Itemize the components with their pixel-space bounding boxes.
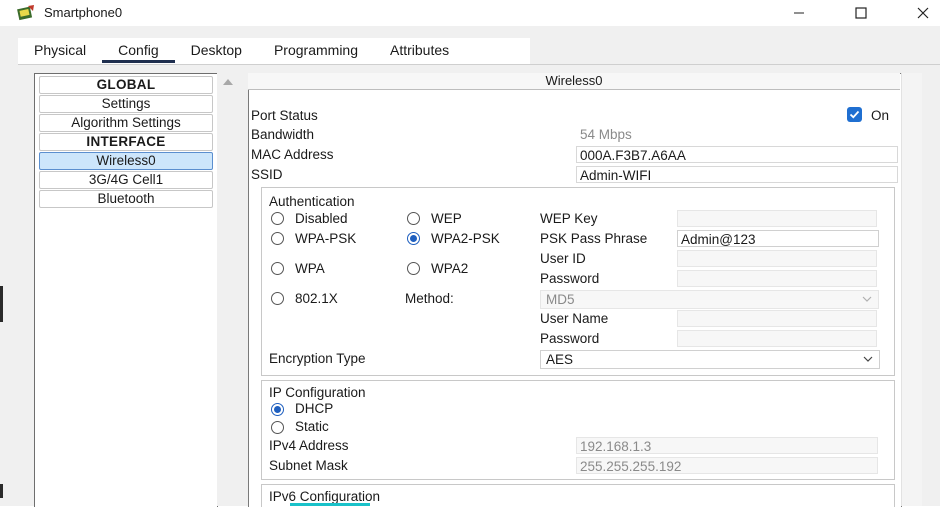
tab-programming[interactable]: Programming (258, 38, 374, 64)
mac-address-label: MAC Address (251, 147, 334, 162)
port-status-on-label: On (871, 108, 890, 123)
auth-wpa2-radio[interactable] (407, 262, 420, 275)
ip-configuration-title: IP Configuration (269, 385, 366, 400)
method-select[interactable]: MD5 (540, 290, 879, 309)
password-label: Password (540, 271, 600, 286)
psk-pass-phrase-label: PSK Pass Phrase (540, 231, 648, 246)
password2-label: Password (540, 331, 600, 346)
tab-bar: Physical Config Desktop Programming Attr… (18, 38, 530, 64)
minimize-icon (794, 12, 804, 14)
sidebar-item-3g-4g-cell1[interactable]: 3G/4G Cell1 (39, 171, 213, 189)
ipv4-address-field[interactable]: 192.168.1.3 (576, 437, 878, 454)
ip-static-radio[interactable] (271, 421, 284, 434)
close-icon (917, 7, 929, 19)
ip-dhcp-radio[interactable] (271, 403, 284, 416)
method-label: Method: (405, 291, 454, 306)
title-bar: Smartphone0 (0, 0, 940, 26)
auth-wpa2-label: WPA2 (431, 261, 469, 276)
auth-disabled-radio[interactable] (271, 212, 284, 225)
ipv6-configuration-title: IPv6 Configuration (269, 489, 381, 504)
auth-disabled-label: Disabled (295, 211, 348, 226)
auth-wpa-radio[interactable] (271, 262, 284, 275)
sidebar-header-global: GLOBAL (39, 76, 213, 94)
tab-physical[interactable]: Physical (18, 38, 102, 64)
auth-wpa2-psk-radio[interactable] (407, 232, 420, 245)
config-sidebar: GLOBAL Settings Algorithm Settings INTER… (34, 73, 218, 507)
bandwidth-value: 54 Mbps (580, 127, 632, 142)
bandwidth-label: Bandwidth (251, 127, 315, 142)
auth-wpa-label: WPA (295, 261, 325, 276)
tab-divider (18, 64, 940, 65)
auth-wpa-psk-label: WPA-PSK (295, 231, 357, 246)
sidebar-scrollbar[interactable] (217, 73, 239, 506)
chevron-down-icon (862, 296, 872, 302)
sidebar-item-bluetooth[interactable]: Bluetooth (39, 190, 213, 208)
user-name-field[interactable] (677, 310, 877, 327)
chevron-down-icon (863, 356, 873, 362)
ssid-field[interactable]: Admin-WIFI (576, 166, 898, 183)
window-edge-mark (0, 286, 3, 322)
sidebar-item-settings[interactable]: Settings (39, 95, 213, 113)
packet-tracer-smartphone-icon (17, 5, 34, 21)
user-id-field[interactable] (677, 250, 877, 267)
ssid-label: SSID (251, 167, 283, 182)
password-field[interactable] (677, 270, 877, 287)
wep-key-label: WEP Key (540, 211, 598, 226)
tab-desktop[interactable]: Desktop (175, 38, 258, 64)
maximize-button[interactable] (838, 0, 884, 26)
auth-8021x-radio[interactable] (271, 292, 284, 305)
sidebar-item-algorithm-settings[interactable]: Algorithm Settings (39, 114, 213, 132)
panel-title: Wireless0 (248, 73, 900, 90)
tab-attributes[interactable]: Attributes (374, 38, 465, 64)
mac-address-field[interactable]: 000A.F3B7.A6AA (576, 146, 898, 163)
encryption-type-value: AES (546, 352, 574, 367)
method-select-value: MD5 (546, 292, 575, 307)
auth-wpa2-psk-label: WPA2-PSK (431, 231, 500, 246)
auth-8021x-label: 802.1X (295, 291, 338, 306)
scroll-up-arrow-icon[interactable] (221, 76, 235, 88)
panel-scrollbar[interactable] (901, 73, 922, 506)
auth-wep-radio[interactable] (407, 212, 420, 225)
password2-field[interactable] (677, 330, 877, 347)
close-button[interactable] (900, 0, 940, 26)
wep-key-field[interactable] (677, 210, 877, 227)
subnet-mask-label: Subnet Mask (269, 458, 348, 473)
window-edge-mark (0, 484, 3, 498)
user-name-label: User Name (540, 311, 609, 326)
subnet-mask-field[interactable]: 255.255.255.192 (576, 457, 878, 474)
encryption-type-label: Encryption Type (269, 351, 366, 366)
port-status-label: Port Status (251, 108, 318, 123)
auth-wep-label: WEP (431, 211, 462, 226)
sidebar-header-interface: INTERFACE (39, 133, 213, 151)
port-status-checkbox[interactable] (847, 107, 862, 122)
user-id-label: User ID (540, 251, 586, 266)
tab-config[interactable]: Config (102, 38, 176, 64)
window-title: Smartphone0 (44, 5, 123, 20)
authentication-title: Authentication (269, 194, 355, 209)
sidebar-item-wireless0[interactable]: Wireless0 (39, 152, 213, 170)
auth-wpa-psk-radio[interactable] (271, 232, 284, 245)
psk-pass-phrase-field[interactable]: Admin@123 (677, 230, 879, 247)
ip-static-label: Static (295, 419, 329, 434)
minimize-button[interactable] (776, 0, 822, 26)
ipv4-address-label: IPv4 Address (269, 438, 349, 453)
checkmark-icon (849, 110, 860, 119)
maximize-icon (855, 7, 867, 19)
encryption-type-select[interactable]: AES (540, 350, 880, 369)
ip-dhcp-label: DHCP (295, 401, 334, 416)
